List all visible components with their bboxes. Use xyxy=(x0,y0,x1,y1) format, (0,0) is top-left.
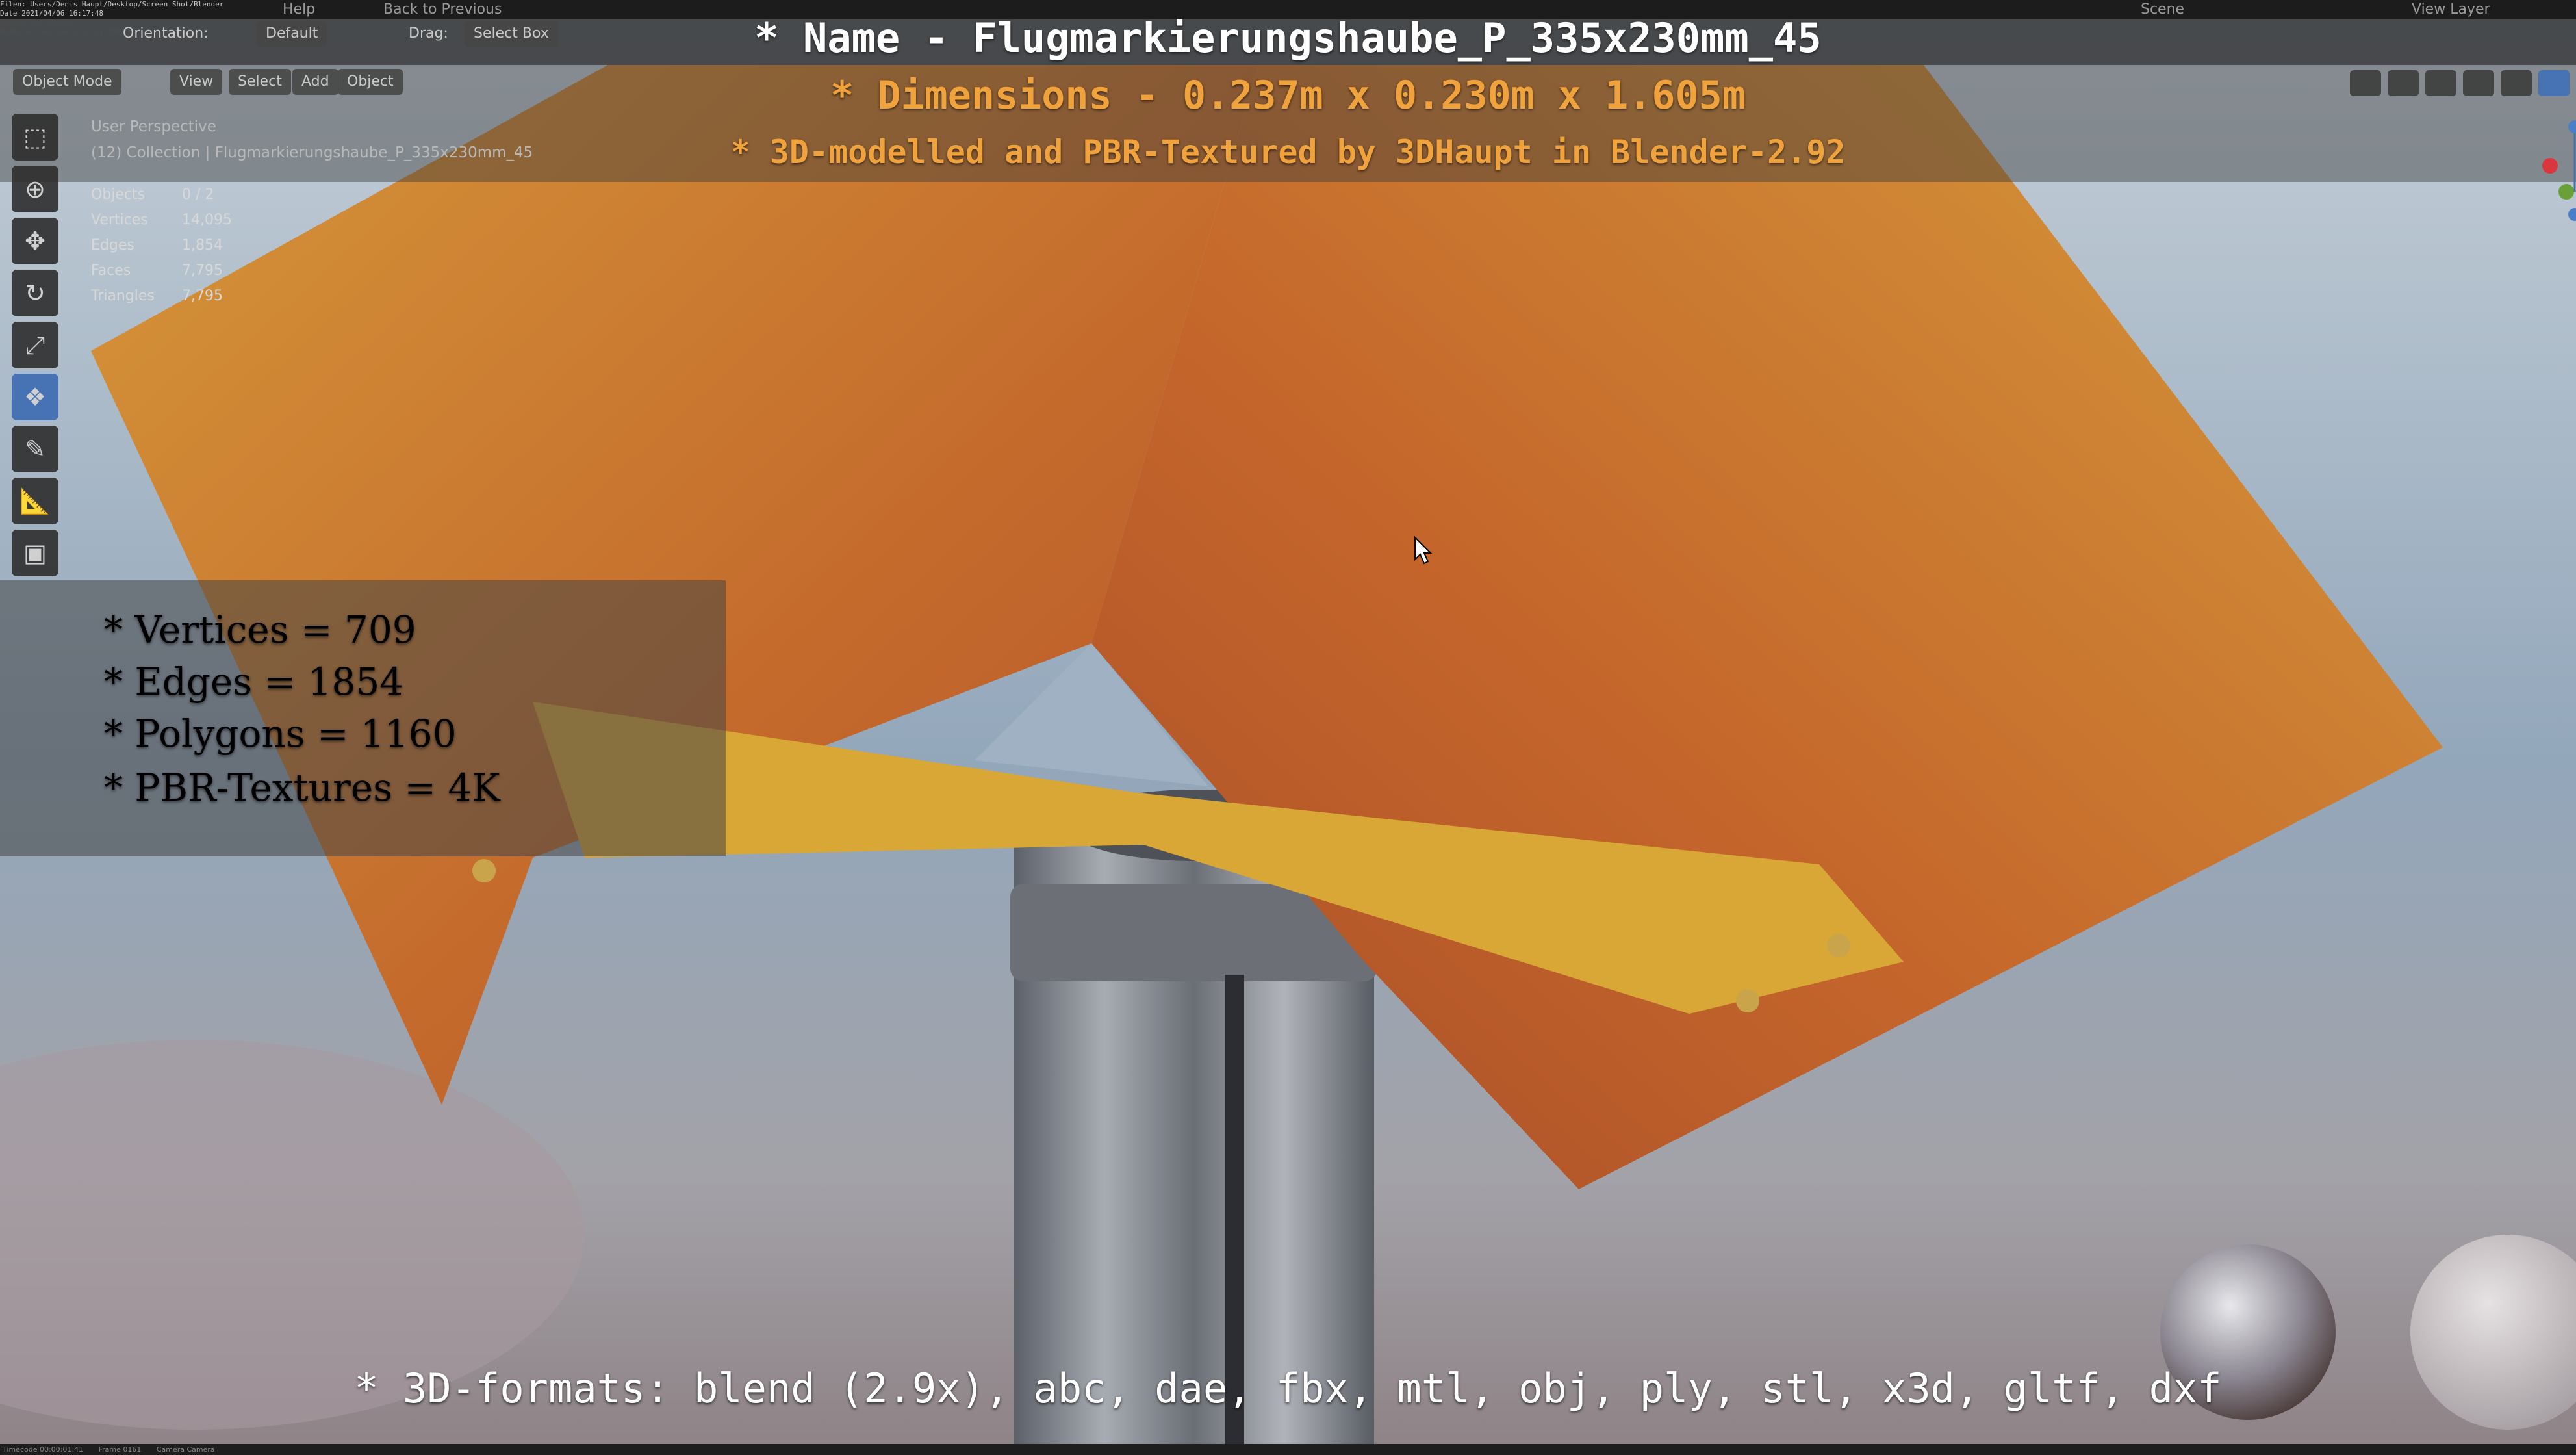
transform-icon: ❖ xyxy=(23,383,47,411)
formats-list: * 3D-formats: blend (2.9x), abc, dae, fb… xyxy=(354,1365,2222,1412)
measure-tool[interactable]: 📐 xyxy=(12,478,58,524)
scene-statistics: Objects 0 / 2 Vertices 14,095 Edges 1,854 F… xyxy=(91,182,232,309)
stat-row: Vertices 14,095 xyxy=(91,207,232,233)
stat-value: 7,795 xyxy=(182,288,223,304)
mesh-stats-box: * Vertices = 709 * Edges = 1854 * Polygo… xyxy=(0,580,726,856)
model-credits: * 3D-modelled and PBR-Textured by 3DHaup… xyxy=(730,133,1846,171)
stat-row: Objects 0 / 2 xyxy=(91,182,232,207)
stat-row: Faces 7,795 xyxy=(91,258,232,283)
ruler-icon: 📐 xyxy=(19,486,51,515)
cube-icon: ▣ xyxy=(23,539,47,567)
frame-number: Frame 0161 xyxy=(98,1445,142,1454)
stat-label: Objects xyxy=(91,187,146,203)
cursor-tool[interactable]: ⊕ xyxy=(12,166,58,212)
textures-info: * PBR-Textures = 4K xyxy=(104,766,500,810)
tool-shelf: ⬚ ⊕ ✥ ↻ ⤢ ❖ ✎ 📐 ▣ xyxy=(12,114,64,582)
pencil-icon: ✎ xyxy=(25,435,45,463)
polygons-count: * Polygons = 1160 xyxy=(104,712,457,756)
rotate-icon: ↻ xyxy=(25,279,45,307)
mouse-cursor-icon xyxy=(1414,536,1432,565)
move-icon: ✥ xyxy=(25,227,45,255)
model-name-title: * Name - Flugmarkierungshaube_P_335x230m… xyxy=(754,14,1822,62)
model-dimensions: * Dimensions - 0.237m x 0.230m x 1.605m xyxy=(830,73,1746,118)
stat-row: Triangles 7,795 xyxy=(91,283,232,309)
scale-icon: ⤢ xyxy=(25,330,45,359)
rotate-tool[interactable]: ↻ xyxy=(12,270,58,316)
scale-tool[interactable]: ⤢ xyxy=(12,322,58,368)
timecode: Timecode 00:00:01:41 xyxy=(3,1445,84,1454)
add-cube-tool[interactable]: ▣ xyxy=(12,530,58,576)
status-bar: Timecode 00:00:01:41 Frame 0161 Camera C… xyxy=(0,1444,2576,1455)
stat-value: 0 / 2 xyxy=(182,187,214,203)
vertices-count: * Vertices = 709 xyxy=(104,608,416,652)
stat-label: Triangles xyxy=(91,288,155,304)
stat-label: Edges xyxy=(91,237,134,253)
edges-count: * Edges = 1854 xyxy=(104,660,404,704)
stat-row: Edges 1,854 xyxy=(91,233,232,258)
stat-value: 1,854 xyxy=(182,237,223,253)
move-tool[interactable]: ✥ xyxy=(12,218,58,264)
camera-name: Camera Camera xyxy=(156,1445,215,1454)
stat-value: 7,795 xyxy=(182,263,223,279)
stat-value: 14,095 xyxy=(182,212,232,228)
cursor-icon: ⊕ xyxy=(25,175,45,203)
stat-label: Vertices xyxy=(91,212,148,228)
transform-tool[interactable]: ❖ xyxy=(12,374,58,420)
stat-label: Faces xyxy=(91,263,131,279)
annotate-tool[interactable]: ✎ xyxy=(12,426,58,472)
